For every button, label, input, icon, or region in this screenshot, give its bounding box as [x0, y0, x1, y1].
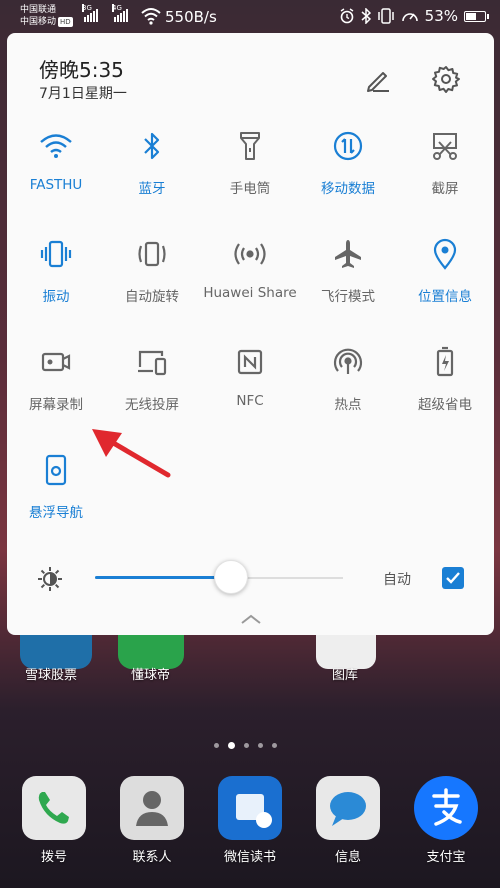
- dock-app-phone[interactable]: 拨号: [14, 776, 94, 865]
- signal-1-icon: 3G: [82, 4, 98, 22]
- page-indicator: [214, 742, 277, 749]
- hd-badge: HD: [58, 17, 73, 27]
- tile-label: 飞行模式: [321, 289, 375, 305]
- tile-power-saving[interactable]: 超级省电: [396, 345, 494, 413]
- screenshot-icon: [433, 133, 457, 160]
- wireless-projection-icon: [138, 350, 167, 376]
- quick-settings-panel: 傍晚5:35 7月1日星期一 FASTHU 蓝牙 手电筒 移动数据 截屏 振动 …: [7, 33, 494, 635]
- location-icon: [433, 238, 457, 270]
- hotspot-icon: [333, 348, 363, 374]
- tile-label: 蓝牙: [138, 181, 166, 197]
- brightness-slider-thumb[interactable]: [214, 560, 248, 594]
- dock-app-alipay[interactable]: 支付宝: [406, 776, 486, 865]
- speed-icon: [401, 13, 418, 22]
- check-icon: [446, 572, 460, 584]
- tile-auto-rotate[interactable]: 自动旋转: [103, 237, 201, 305]
- tile-label: 截屏: [431, 181, 459, 197]
- tile-hotspot[interactable]: 热点: [299, 345, 397, 413]
- dock-app-messages[interactable]: 信息: [308, 776, 388, 865]
- vibrate-icon: [40, 240, 72, 268]
- bluetooth-status-icon: [361, 8, 371, 24]
- panel-time: 傍晚5:35: [39, 58, 124, 82]
- tile-label: 手电筒: [229, 181, 271, 197]
- tile-bluetooth[interactable]: 蓝牙: [103, 129, 201, 197]
- app-label-xueqiu[interactable]: 雪球股票: [25, 664, 77, 683]
- dock-label: 微信读书: [223, 850, 276, 865]
- vibrate-status-icon: [377, 8, 394, 24]
- auto-brightness-checkbox[interactable]: [442, 567, 464, 589]
- wifi-icon: [40, 134, 72, 158]
- battery-icon: [464, 10, 489, 22]
- carrier-2: 中国移动 HD: [20, 17, 73, 27]
- tile-screenshot[interactable]: 截屏: [396, 129, 494, 197]
- dock-label: 联系人: [132, 850, 172, 865]
- signal-2-icon: 4G: [112, 4, 128, 22]
- tile-label: Huawei Share: [203, 285, 297, 301]
- tile-flashlight[interactable]: 手电筒: [201, 129, 299, 197]
- floating-nav-icon: [45, 454, 67, 486]
- brightness-icon: [38, 567, 62, 591]
- power-saving-icon: [436, 346, 454, 377]
- airplane-icon: [335, 240, 361, 268]
- carrier-1: 中国联通: [20, 5, 57, 15]
- contacts-icon: [136, 791, 168, 826]
- tile-label: 屏幕录制: [29, 397, 83, 413]
- annotation-arrow-icon: [92, 429, 171, 478]
- bluetooth-icon: [144, 132, 160, 160]
- app-label-dongqiudi[interactable]: 懂球帝: [131, 664, 170, 683]
- phone-icon: [38, 792, 69, 824]
- edit-icon[interactable]: [363, 65, 391, 93]
- tile-label: 热点: [334, 397, 362, 413]
- tile-vibrate[interactable]: 振动: [7, 237, 105, 305]
- tile-label: 自动旋转: [125, 289, 179, 305]
- wifi-status-icon: [141, 8, 161, 25]
- weread-icon: [236, 794, 272, 828]
- tile-mobile-data[interactable]: 移动数据: [299, 129, 397, 197]
- screen-record-icon: [41, 352, 71, 372]
- rotate-icon: [138, 241, 166, 267]
- alarm-icon: [340, 8, 354, 24]
- panel-date: 7月1日星期一: [39, 86, 127, 102]
- dock-app-contacts[interactable]: 联系人: [112, 776, 192, 865]
- carrier-2-label: 中国移动: [20, 17, 57, 27]
- tile-wireless-projection[interactable]: 无线投屏: [103, 345, 201, 413]
- tile-huawei-share[interactable]: Huawei Share: [201, 237, 299, 301]
- tile-wifi[interactable]: FASTHU: [7, 129, 105, 193]
- dock-app-weread[interactable]: 微信读书: [210, 776, 290, 865]
- flashlight-icon: [240, 132, 260, 160]
- tile-airplane[interactable]: 飞行模式: [299, 237, 397, 305]
- brightness-slider[interactable]: [95, 560, 343, 594]
- auto-brightness-label: 自动: [383, 572, 411, 588]
- tile-label: FASTHU: [29, 177, 83, 193]
- network-type-2: 4G: [112, 4, 122, 12]
- brightness-slider-fill: [95, 576, 231, 579]
- tile-label: 悬浮导航: [29, 505, 83, 521]
- alipay-icon: [432, 788, 462, 826]
- tile-label: 位置信息: [418, 289, 472, 305]
- collapse-chevron-icon[interactable]: [240, 613, 262, 625]
- tile-screen-record[interactable]: 屏幕录制: [7, 345, 105, 413]
- mobile-data-icon: [333, 131, 363, 161]
- messages-icon: [330, 792, 366, 826]
- network-type-1: 3G: [82, 4, 92, 12]
- tile-label: 超级省电: [418, 397, 472, 413]
- huawei-share-icon: [234, 243, 266, 265]
- battery-percent: 53%: [424, 7, 458, 25]
- tile-label: 移动数据: [321, 181, 375, 197]
- tile-label: NFC: [236, 393, 264, 409]
- dock-label: 信息: [334, 850, 361, 865]
- dock-label: 拨号: [40, 850, 67, 865]
- app-label-gallery[interactable]: 图库: [332, 664, 358, 683]
- nfc-icon: [237, 349, 263, 375]
- tile-label: 无线投屏: [125, 397, 179, 413]
- tile-location[interactable]: 位置信息: [396, 237, 494, 305]
- tile-nfc[interactable]: NFC: [201, 345, 299, 409]
- dock-label: 支付宝: [426, 850, 466, 865]
- network-speed: 550B/s: [165, 8, 217, 26]
- tile-label: 振动: [42, 289, 70, 305]
- status-bar: 中国联通 中国移动 HD 3G 4G 550B/s 53%: [0, 0, 500, 33]
- settings-gear-icon[interactable]: [431, 64, 461, 94]
